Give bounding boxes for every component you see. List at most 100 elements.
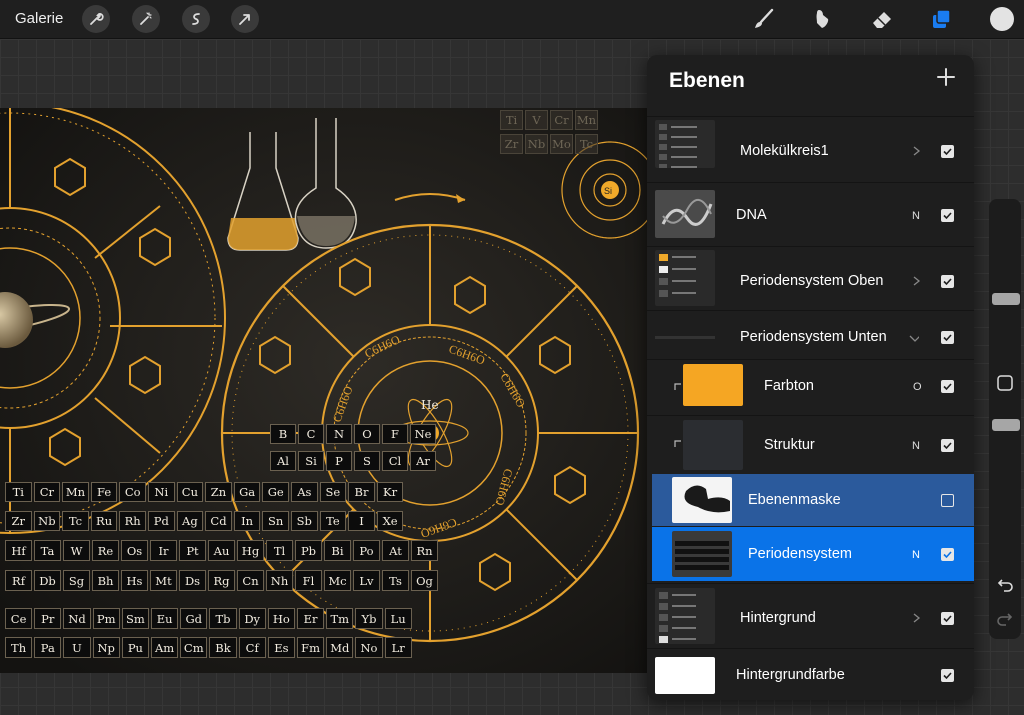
blend-mode[interactable]: N — [912, 549, 920, 561]
transform-arrow-icon[interactable] — [231, 5, 259, 33]
element-cell-as: As — [291, 482, 318, 502]
layer-row-farbton[interactable]: Farbton O — [647, 359, 974, 415]
element-cell-bi: Bi — [324, 540, 351, 561]
element-cell-rg: Rg — [208, 570, 235, 591]
layer-name: Periodensystem Oben — [740, 273, 884, 289]
layer-name: Hintergrundfarbe — [736, 667, 845, 683]
redo-icon[interactable] — [997, 611, 1013, 627]
element-cell-gd: Gd — [180, 608, 208, 629]
visibility-checkbox[interactable] — [941, 275, 954, 288]
element-cell-au: Au — [208, 540, 235, 561]
color-thumbnail — [683, 364, 743, 406]
element-cell-pd: Pd — [148, 511, 175, 531]
element-cell-lr: Lr — [384, 637, 412, 658]
element-cell-ge: Ge — [262, 482, 289, 502]
element-cell-mc: Mc — [324, 570, 351, 591]
visibility-checkbox[interactable] — [941, 548, 954, 561]
blend-mode[interactable]: N — [912, 440, 920, 452]
element-cell-nb: Nb — [33, 511, 61, 531]
add-layer-button[interactable] — [934, 65, 958, 89]
layer-name: Periodensystem — [748, 546, 852, 562]
color-circle-icon[interactable] — [988, 5, 1016, 33]
element-cell-mo: Mo — [550, 134, 573, 154]
layers-icon[interactable] — [928, 5, 956, 33]
element-cell-rn: Rn — [411, 540, 438, 561]
layer-row-periodensystem-unten[interactable]: Periodensystem Unten — [647, 310, 974, 359]
element-cell-fm: Fm — [297, 637, 325, 658]
visibility-checkbox[interactable] — [941, 494, 954, 507]
clipping-mask-icon — [674, 440, 681, 447]
blend-mode[interactable]: O — [913, 381, 922, 393]
layer-row-hintergrund[interactable]: Hintergrund — [647, 583, 974, 648]
visibility-checkbox[interactable] — [941, 380, 954, 393]
chevron-right-icon[interactable] — [911, 276, 921, 286]
group-thumbnail — [655, 588, 715, 644]
chevron-right-icon[interactable] — [911, 613, 921, 623]
element-cell-cl: Cl — [382, 451, 408, 471]
smudge-icon[interactable] — [808, 5, 836, 33]
element-cell-fl: Fl — [295, 570, 322, 591]
plus-icon — [937, 68, 955, 86]
layer-name: Molekülkreis1 — [740, 143, 829, 159]
layer-row-molekuelkreis1[interactable]: Molekülkreis1 — [647, 116, 974, 182]
visibility-checkbox[interactable] — [941, 209, 954, 222]
element-cell-tl: Tl — [266, 540, 293, 561]
element-cell-v: V — [525, 110, 548, 130]
layer-row-struktur[interactable]: Struktur N — [647, 415, 974, 474]
brush-size-knob[interactable] — [992, 293, 1020, 305]
opacity-knob[interactable] — [992, 419, 1020, 431]
element-cell-ne: Ne — [410, 424, 436, 444]
selection-s-icon[interactable] — [182, 5, 210, 33]
element-cell-w: W — [63, 540, 90, 561]
element-cell-nh: Nh — [266, 570, 293, 591]
magic-wand-icon[interactable] — [132, 5, 160, 33]
modify-button[interactable] — [997, 375, 1013, 391]
brush-icon[interactable] — [750, 5, 778, 33]
element-cell-pt: Pt — [179, 540, 206, 561]
undo-icon[interactable] — [997, 577, 1013, 593]
element-cell-pr: Pr — [34, 608, 62, 629]
clipping-mask-icon — [674, 383, 681, 390]
element-cell-rf: Rf — [5, 570, 32, 591]
element-cell-eu: Eu — [151, 608, 179, 629]
blend-mode[interactable]: N — [912, 210, 920, 222]
element-cell-he: He — [421, 398, 439, 412]
visibility-checkbox[interactable] — [941, 331, 954, 344]
element-cell-hg: Hg — [237, 540, 264, 561]
element-cell-co: Co — [119, 482, 146, 502]
element-cell-o: O — [354, 424, 380, 444]
element-cell-ts: Ts — [382, 570, 409, 591]
element-cell-lu: Lu — [384, 608, 412, 629]
eraser-icon[interactable] — [868, 5, 896, 33]
layer-row-hintergrundfarbe[interactable]: Hintergrundfarbe — [647, 648, 974, 700]
chevron-right-icon[interactable] — [911, 146, 921, 156]
visibility-checkbox[interactable] — [941, 669, 954, 682]
element-cell-mn: Mn — [62, 482, 89, 502]
group-thumbnail — [655, 250, 715, 306]
element-cell-si: Si — [298, 451, 324, 471]
wrench-icon[interactable] — [82, 5, 110, 33]
element-cell-cr: Cr — [33, 482, 61, 502]
layer-name: Hintergrund — [740, 610, 816, 626]
element-cell-yb: Yb — [355, 608, 383, 629]
layer-row-ebenenmaske[interactable]: Ebenenmaske — [652, 474, 974, 526]
background-color-thumbnail — [655, 657, 715, 694]
visibility-checkbox[interactable] — [941, 439, 954, 452]
brush-size-slider[interactable] — [989, 207, 1021, 347]
canvas-artwork[interactable]: C6H6O C6H6O C6H6O C6H6O C6H6O C6H6O Si T… — [0, 108, 650, 673]
visibility-checkbox[interactable] — [941, 145, 954, 158]
element-cell-kr: Kr — [376, 482, 404, 502]
opacity-slider[interactable] — [989, 405, 1021, 545]
element-cell-ti: Ti — [500, 110, 523, 130]
layer-name: Periodensystem Unten — [740, 329, 887, 345]
element-cell-ga: Ga — [233, 482, 261, 502]
texture-thumbnail — [683, 420, 743, 470]
layer-row-periodensystem[interactable]: Periodensystem N — [652, 527, 974, 581]
visibility-checkbox[interactable] — [941, 612, 954, 625]
layer-row-periodensystem-oben[interactable]: Periodensystem Oben — [647, 246, 974, 310]
layer-row-dna[interactable]: DNA N — [647, 182, 974, 246]
element-cell-ag: Ag — [176, 511, 204, 531]
gallery-button[interactable]: Galerie — [15, 10, 63, 27]
chevron-down-icon[interactable] — [909, 333, 919, 343]
element-cell-mt: Mt — [150, 570, 177, 591]
